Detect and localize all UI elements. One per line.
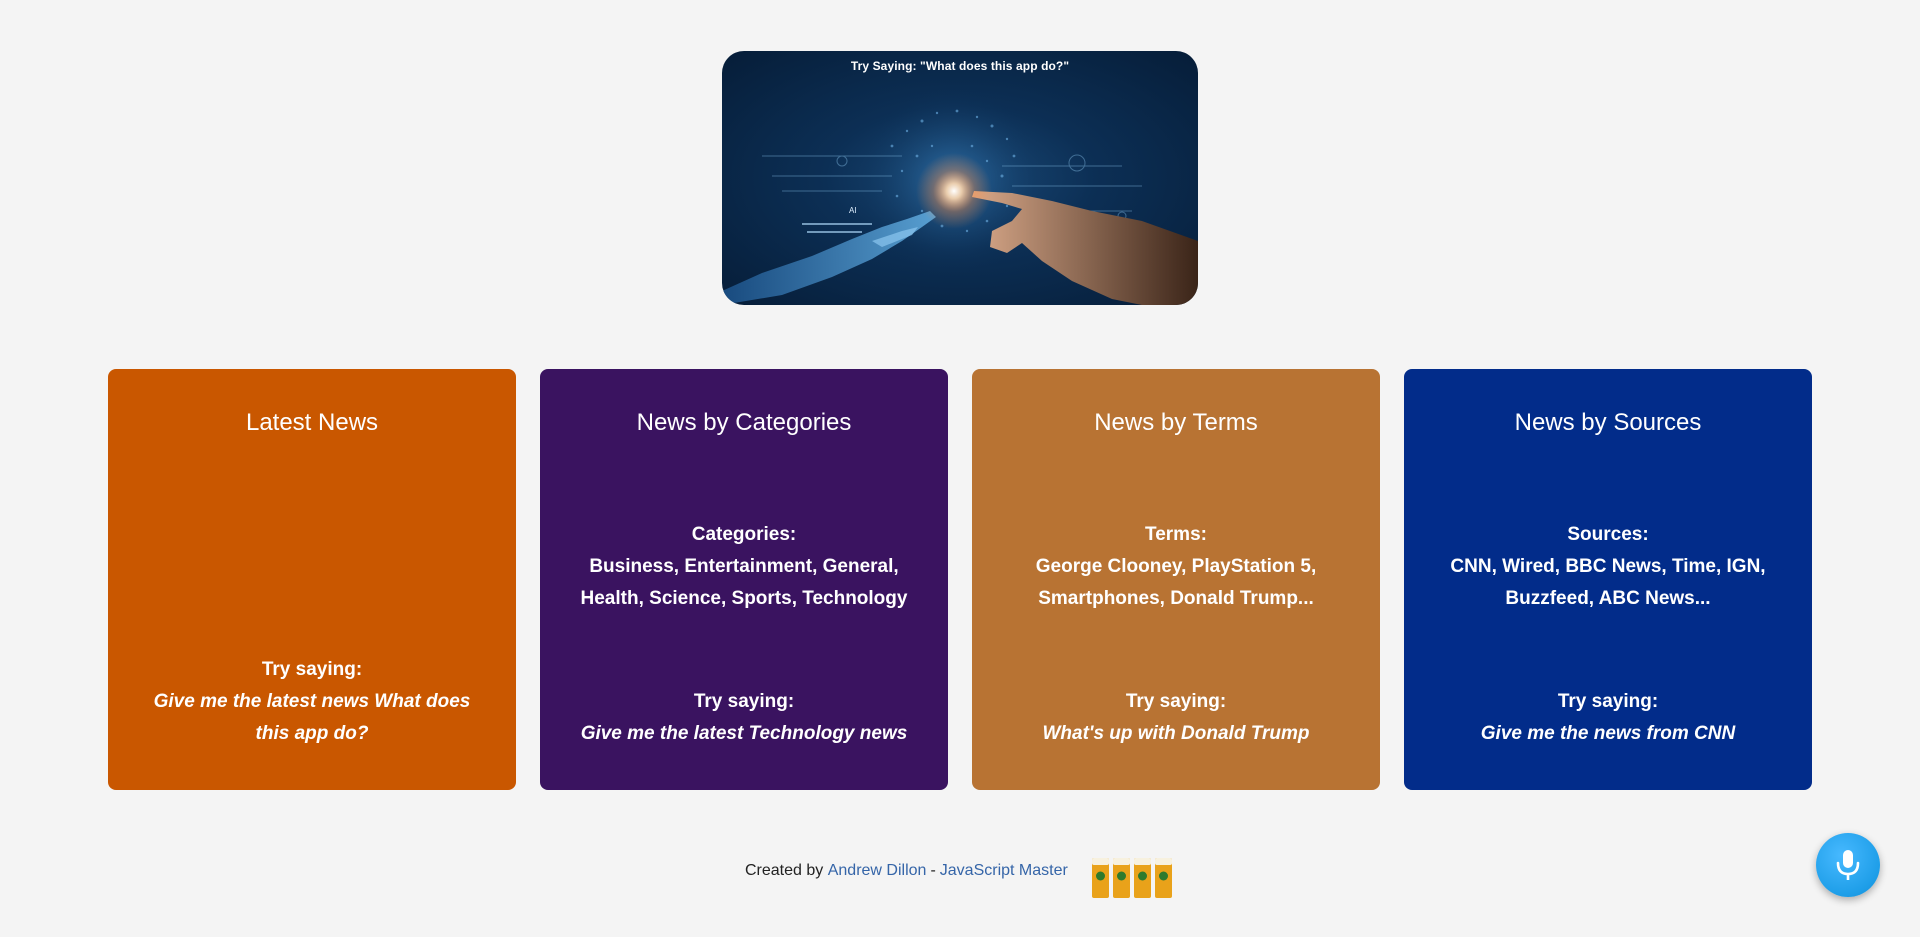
card-title: Latest News (245, 409, 379, 436)
card-title: News by Categories (636, 409, 852, 436)
try-example: Give me the latest Technology news (580, 723, 908, 744)
card-news-by-sources: News by Sources Sources: CNN, Wired, BBC… (1404, 369, 1812, 790)
ai-hands-illustration: AI (722, 86, 1198, 305)
page: AI Try Saying: "What does this app do?" … (0, 0, 1920, 937)
try-example: What's up with Donald Trump (1042, 723, 1310, 744)
footer-separator: - (930, 862, 936, 879)
card-news-by-terms: News by Terms Terms: George Clooney, Pla… (972, 369, 1380, 790)
body-heading: Sources: (1567, 524, 1649, 545)
author-link[interactable]: Andrew Dillon (828, 862, 927, 880)
card-try-saying: Try saying: Give me the latest Technolog… (570, 686, 918, 750)
footer-prefix: Created by (745, 862, 824, 879)
card-latest-news: Latest News Try saying: Give me the late… (108, 369, 516, 790)
card-body: Sources: CNN, Wired, BBC News, Time, IGN… (1434, 519, 1782, 615)
card-body: Terms: George Clooney, PlayStation 5, Sm… (1002, 519, 1350, 615)
card-title: News by Terms (1094, 409, 1258, 436)
card-try-saying: Try saying: Give me the latest news What… (138, 654, 486, 750)
card-title: News by Sources (1514, 409, 1702, 436)
card-try-saying: Try saying: What's up with Donald Trump (1002, 686, 1350, 750)
card-try-saying: Try saying: Give me the news from CNN (1434, 686, 1782, 750)
body-text: CNN, Wired, BBC News, Time, IGN, Buzzfee… (1450, 556, 1766, 609)
body-text: George Clooney, PlayStation 5, Smartphon… (1035, 556, 1317, 609)
microphone-button[interactable] (1816, 833, 1880, 897)
body-heading: Terms: (1145, 524, 1207, 545)
author-title-link[interactable]: JavaScript Master (940, 862, 1068, 880)
beer-glasses-icon (1092, 858, 1172, 898)
body-text: Business, Entertainment, General, Health… (580, 556, 908, 609)
try-example: Give me the latest news What does this a… (153, 691, 471, 744)
feature-cards: Latest News Try saying: Give me the late… (108, 369, 1812, 790)
microphone-icon (1836, 850, 1860, 880)
card-news-by-categories: News by Categories Categories: Business,… (540, 369, 948, 790)
try-label: Try saying: (261, 659, 363, 680)
try-label: Try saying: (1125, 691, 1227, 712)
card-body: Categories: Business, Entertainment, Gen… (570, 519, 918, 615)
hero-caption: Try Saying: "What does this app do?" (850, 59, 1070, 73)
try-label: Try saying: (693, 691, 795, 712)
svg-text:AI: AI (849, 206, 857, 215)
try-example: Give me the news from CNN (1480, 723, 1736, 744)
hero-banner: AI Try Saying: "What does this app do?" (722, 51, 1198, 305)
body-heading: Categories: (691, 524, 797, 545)
try-label: Try saying: (1557, 691, 1659, 712)
footer: Created by Andrew Dillon - JavaScript Ma… (745, 862, 1068, 880)
